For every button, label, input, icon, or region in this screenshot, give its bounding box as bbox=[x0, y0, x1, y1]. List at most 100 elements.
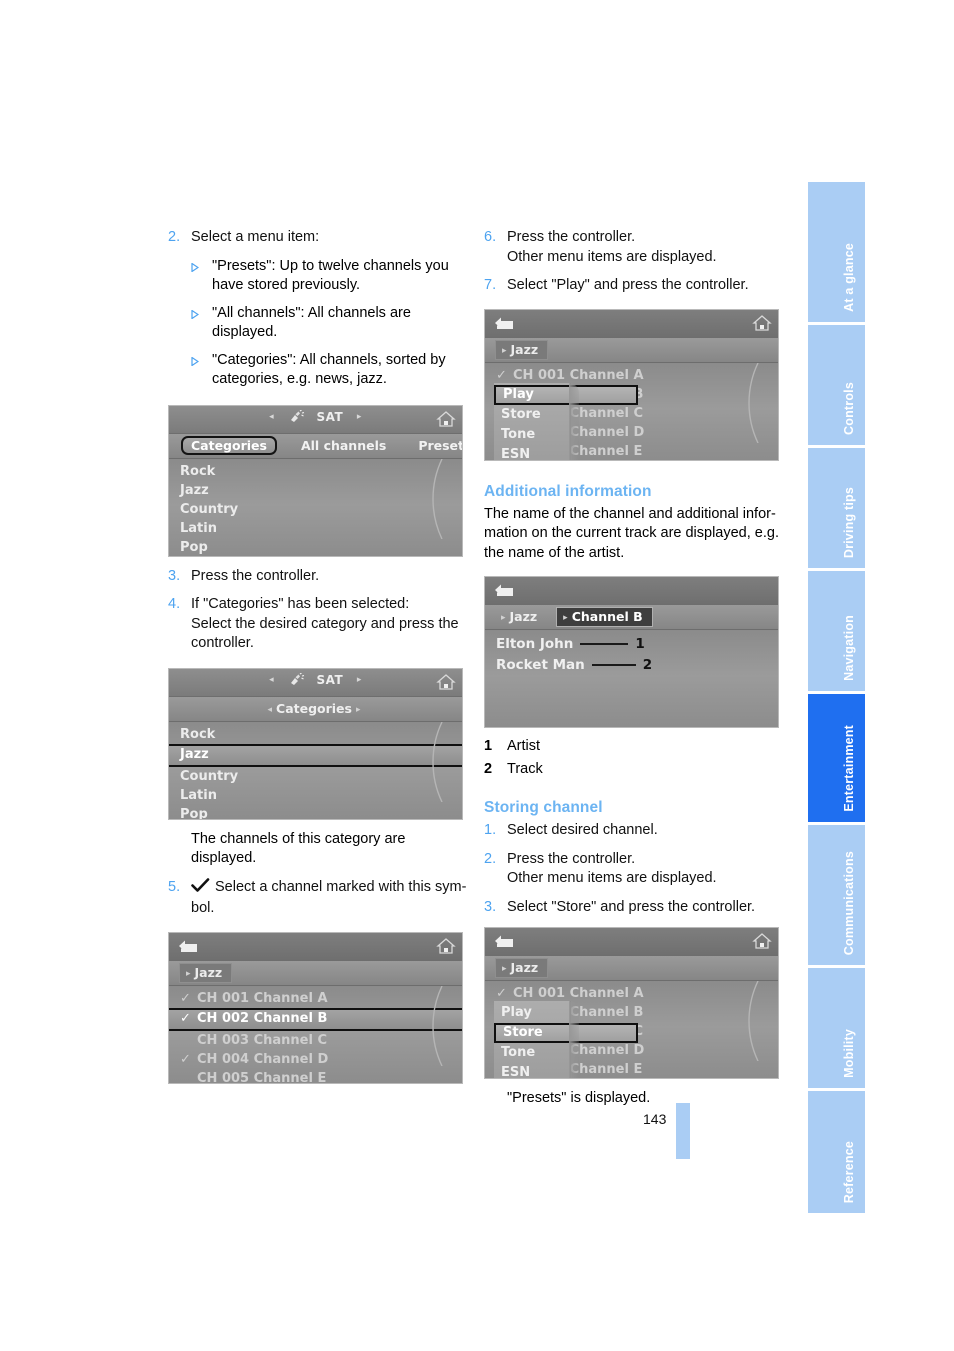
home-icon[interactable] bbox=[752, 932, 772, 954]
list-item[interactable]: CH 003 Channel C bbox=[169, 1031, 462, 1050]
menu-item-store[interactable]: Store bbox=[494, 1023, 638, 1043]
back-icon[interactable] bbox=[177, 938, 199, 959]
satellite-icon bbox=[288, 409, 306, 427]
step-6: 6. Press the controller. Other menu item… bbox=[484, 228, 784, 267]
back-icon[interactable] bbox=[493, 582, 515, 603]
menu-item-esn[interactable]: ESN bbox=[494, 1063, 570, 1078]
list-item[interactable]: CH 005 Channel E bbox=[169, 1069, 462, 1084]
step-text: Select a channel marked with this sym- bbox=[215, 878, 467, 895]
sidebar-item-mobility[interactable]: Mobility bbox=[808, 968, 865, 1088]
menu-shadow bbox=[569, 1001, 579, 1078]
bullet-title: "Presets": bbox=[212, 257, 276, 274]
step-text: Other menu items are displayed. bbox=[507, 870, 717, 886]
breadcrumb-jazz[interactable]: ▸ Jazz bbox=[495, 958, 549, 978]
breadcrumb-label: Categories bbox=[276, 700, 352, 716]
menu-item-tone[interactable]: Tone bbox=[494, 1043, 570, 1063]
sidebar-item-label: Communications bbox=[842, 850, 856, 955]
step-text: Press the controller. bbox=[191, 567, 320, 584]
legend-key: 1 bbox=[484, 738, 493, 754]
step-text: Select the desired category and press th… bbox=[191, 615, 459, 632]
idrive-screenshot-channel-list: ▸ Jazz ✓ CH 001 Channel A ✓ CH 002 Channel … bbox=[168, 931, 463, 1084]
idrive-screenshot-play-menu: ▸Jazz ✓CH 001 Channel A CH 002 Channel B… bbox=[484, 308, 779, 461]
step-text: Other menu items are displayed. bbox=[507, 248, 717, 265]
callout-number: 2 bbox=[642, 656, 653, 673]
step-5: 5. Select a channel marked with this sym… bbox=[168, 877, 468, 919]
chevron-right-icon: ▸ bbox=[502, 964, 507, 974]
sidebar-item-controls[interactable]: Controls bbox=[808, 325, 865, 445]
menu-item-tone[interactable]: Tone bbox=[494, 425, 570, 445]
home-icon[interactable] bbox=[436, 937, 456, 959]
left-column: 2. Select a menu item: "Presets": Up to … bbox=[168, 228, 468, 1094]
list-item[interactable]: ✓ CH 001 Channel A bbox=[169, 989, 462, 1008]
channel-list: ✓ CH 001 Channel A ✓ CH 002 Channel B CH 0… bbox=[169, 985, 462, 1084]
legend-value: Track bbox=[507, 761, 543, 777]
breadcrumb-jazz[interactable]: ▸ Jazz bbox=[495, 608, 546, 626]
channel-list: ✓CH 001 Channel A CH 002 Channel B CH 00… bbox=[485, 362, 778, 460]
menu-item-store[interactable]: Store bbox=[494, 405, 570, 425]
tab-presets[interactable]: Presets bbox=[410, 437, 462, 454]
back-icon[interactable] bbox=[493, 933, 515, 954]
category-list: Rock Jazz Country Latin Pop bbox=[169, 458, 462, 556]
bullet-all-channels: "All channels": All channels are display… bbox=[191, 304, 468, 343]
screen-topbar bbox=[485, 928, 778, 956]
idrive-screenshot-sat-categories: ◂ SAT ▸ Categories All channels Prese Ro… bbox=[168, 404, 463, 557]
home-icon[interactable] bbox=[436, 673, 456, 695]
sidebar-item-label: Mobility bbox=[842, 1029, 856, 1078]
list-item[interactable]: Rock bbox=[169, 462, 462, 481]
screen-breadcrumb-bar: ▸ Jazz bbox=[485, 337, 778, 363]
sidebar-item-at-a-glance[interactable]: At a glance bbox=[808, 182, 865, 322]
sidebar-item-navigation[interactable]: Navigation bbox=[808, 571, 865, 691]
breadcrumb-jazz[interactable]: ▸ Jazz bbox=[179, 962, 233, 983]
screen-breadcrumb-bar: ▸ Jazz ▸ Channel B bbox=[485, 605, 778, 630]
list-item-label: CH 003 Channel C bbox=[197, 1032, 328, 1048]
breadcrumb-channel-b[interactable]: ▸ Channel B bbox=[556, 607, 653, 627]
screen-breadcrumb-bar: ▸ Jazz bbox=[485, 956, 778, 981]
list-item[interactable]: Country bbox=[169, 500, 462, 519]
screen-topbar: ◂ SAT ▸ bbox=[169, 668, 462, 697]
list-item-label: CH 001 Channel A bbox=[513, 986, 644, 1001]
list-item[interactable]: Latin bbox=[169, 786, 462, 805]
check-icon: ✓ bbox=[180, 1051, 191, 1067]
step-number: 7. bbox=[484, 277, 497, 293]
sidebar-item-reference[interactable]: Reference bbox=[808, 1091, 865, 1213]
section-heading-storing-channel: Storing channel bbox=[484, 799, 603, 816]
breadcrumb-label: Jazz bbox=[194, 964, 223, 980]
tab-categories[interactable]: Categories bbox=[181, 436, 277, 455]
breadcrumb-jazz[interactable]: ▸ Jazz bbox=[495, 339, 549, 360]
menu-item-play[interactable]: Play bbox=[494, 1003, 570, 1023]
additional-information-text: The name of the channel and additional i… bbox=[484, 505, 784, 564]
chevron-right-icon: ▸ bbox=[186, 968, 191, 979]
tab-all-channels[interactable]: All channels bbox=[293, 437, 394, 454]
sidebar-item-communications[interactable]: Communications bbox=[808, 825, 865, 965]
step-text: Press the controller. bbox=[507, 229, 636, 245]
menu-item-esn[interactable]: ESN bbox=[494, 445, 570, 460]
list-item[interactable]: Country bbox=[169, 767, 462, 786]
home-icon[interactable] bbox=[436, 410, 456, 432]
sidebar-item-driving-tips[interactable]: Driving tips bbox=[808, 448, 865, 568]
step-3: 3. Press the controller. bbox=[168, 567, 468, 587]
breadcrumb-categories[interactable]: ◂ Categories ▸ bbox=[261, 700, 369, 718]
back-icon[interactable] bbox=[493, 315, 515, 336]
list-item[interactable]: Latin bbox=[169, 519, 462, 538]
step-number: 4. bbox=[168, 596, 181, 612]
step-text: Press the controller. bbox=[507, 850, 636, 867]
list-item-label: CH 005 Channel E bbox=[197, 1070, 327, 1084]
step-number: 6. bbox=[484, 229, 497, 245]
list-item-selected[interactable]: Jazz bbox=[169, 743, 462, 767]
bullet-line: news, jazz. bbox=[315, 371, 387, 387]
list-item[interactable]: Pop bbox=[169, 805, 462, 819]
breadcrumb-label: Jazz bbox=[510, 341, 539, 357]
screen-topbar bbox=[169, 932, 462, 961]
screen-breadcrumb-bar: ▸ Jazz bbox=[169, 960, 462, 986]
screen-topbar bbox=[485, 577, 778, 605]
list-item[interactable]: Pop bbox=[169, 538, 462, 556]
idrive-screenshot-store-menu: ▸Jazz ✓CH 001 Channel A CH 002 Channel B… bbox=[484, 927, 779, 1079]
list-item[interactable]: Rock bbox=[169, 725, 462, 744]
list-item[interactable]: ✓ CH 004 Channel D bbox=[169, 1050, 462, 1069]
list-item[interactable]: Jazz bbox=[169, 481, 462, 500]
page-number-marker bbox=[676, 1103, 690, 1159]
sidebar-item-entertainment[interactable]: Entertainment bbox=[808, 694, 865, 822]
menu-item-play[interactable]: Play bbox=[494, 384, 638, 405]
home-icon[interactable] bbox=[752, 314, 772, 336]
list-item-selected[interactable]: ✓ CH 002 Channel B bbox=[169, 1007, 462, 1031]
